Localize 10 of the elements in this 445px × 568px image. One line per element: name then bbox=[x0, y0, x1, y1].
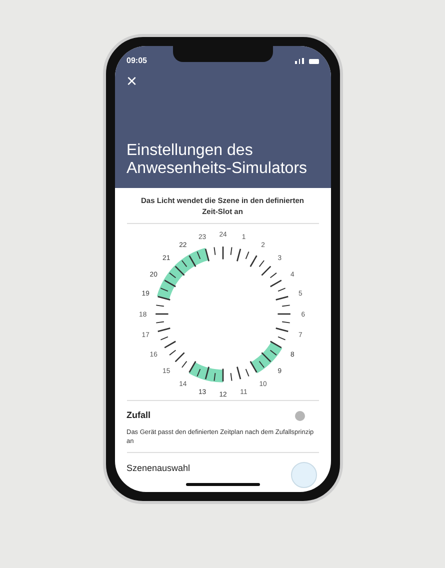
random-toggle[interactable] bbox=[294, 410, 304, 421]
scene-label: Szenenauswahl bbox=[126, 462, 190, 474]
time-slot-segment[interactable] bbox=[250, 353, 271, 374]
status-time: 09:05 bbox=[126, 55, 147, 67]
close-button[interactable]: × bbox=[126, 72, 138, 90]
time-slot-segment[interactable] bbox=[156, 280, 174, 300]
random-label: Zufall bbox=[126, 409, 150, 422]
page-title: Einstellungen des Anwesenheits-Simulators bbox=[126, 142, 308, 178]
status-icons-drawing bbox=[295, 58, 318, 64]
time-slot-segment[interactable] bbox=[188, 362, 208, 380]
